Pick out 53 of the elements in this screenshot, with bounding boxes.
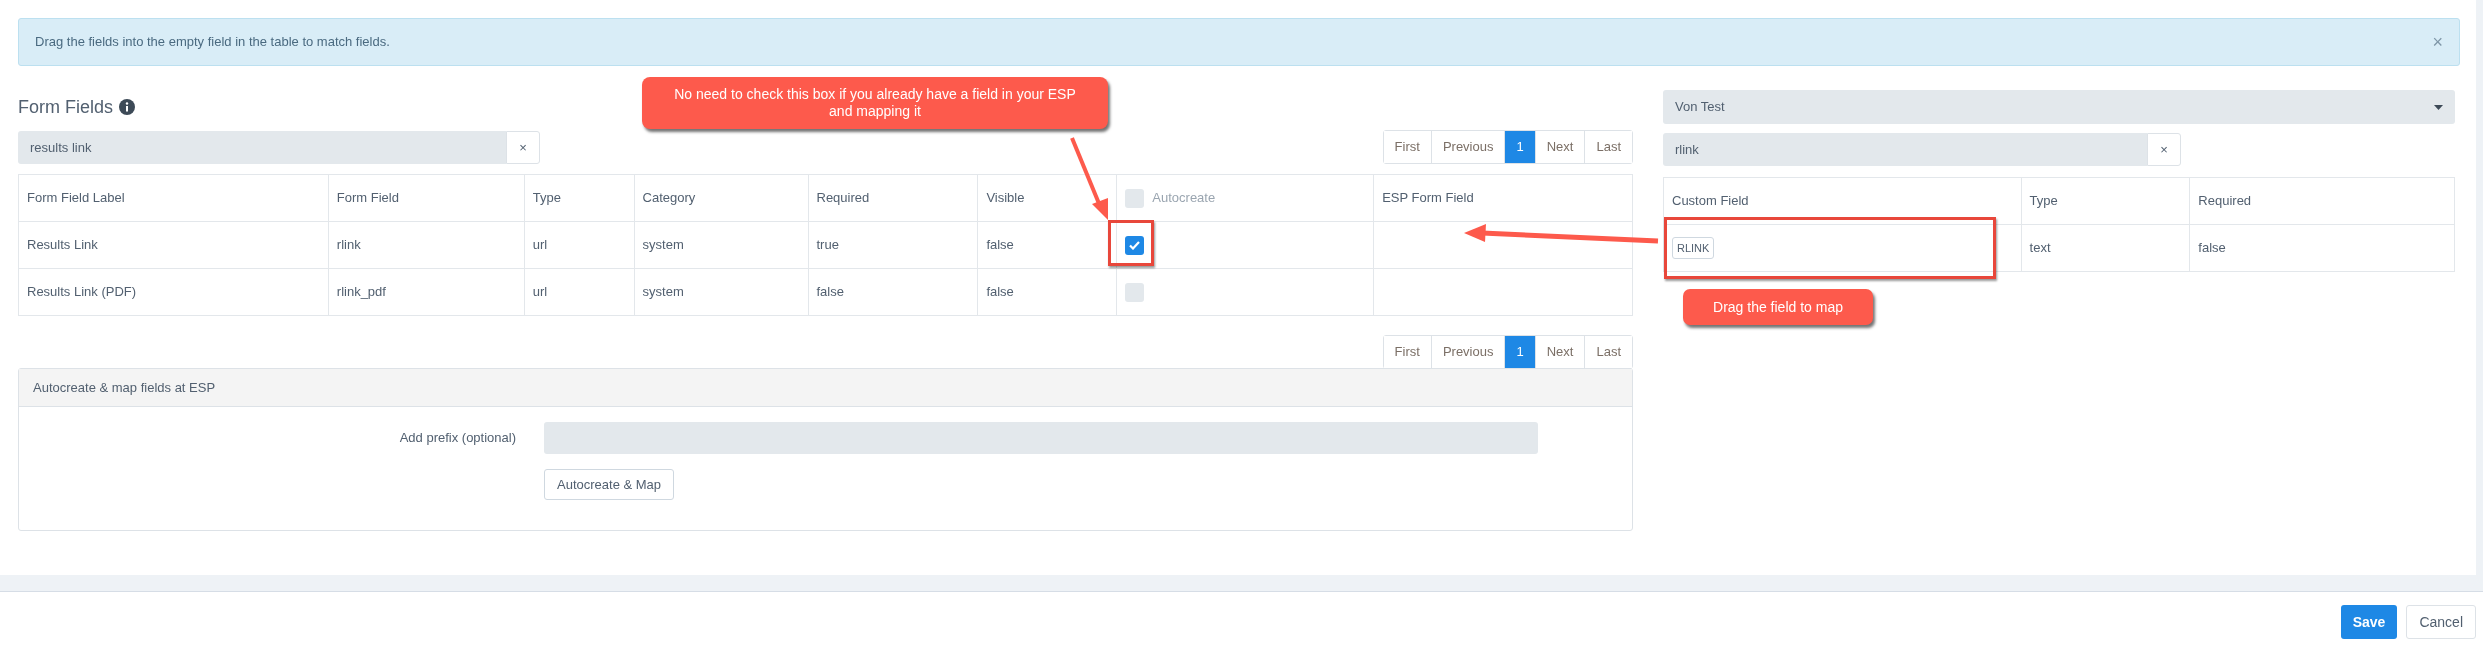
panel-title: Autocreate & map fields at ESP [33,378,216,397]
table-cell-text: Results Link (PDF) [27,283,137,302]
draggable-field-tag[interactable]: RLINK [1672,236,1715,260]
table-cell-text: url [532,236,548,255]
clear-button[interactable]: × [506,131,540,164]
column-header: Type [532,189,561,208]
save-button[interactable]: Save [2340,605,2398,639]
callout-note: Drag the field to map [1683,289,1873,325]
column-header: Custom Field [1672,192,1749,211]
table-cell-text: rlink_pdf [336,283,386,302]
table-cell-text: false [986,236,1014,255]
table-cell-text: false [986,283,1014,302]
close-button[interactable]: × [2432,28,2443,56]
column-header: Visible [986,189,1025,208]
check-icon [1129,240,1141,250]
column-header: ESP Form Field [1382,189,1474,208]
alert-text: Drag the fields into the empty field in the table to match fields. [35,33,390,52]
table-cell-text: false [2198,239,2226,258]
section-title: Form Fields [18,95,113,119]
highlight-frame [1108,220,1154,266]
table-cell-text: text [2029,239,2051,258]
prefix-field[interactable] [544,422,1538,454]
pagination-link[interactable]: Last [1584,131,1632,163]
table-cell-text: true [816,236,839,255]
column-header: Form Field Label [27,189,125,208]
dropdown-select[interactable]: Von Test [1663,90,2455,124]
checkbox[interactable] [1125,235,1145,255]
search-field[interactable]: rlink [1663,133,2147,166]
table-cell-text: url [532,283,548,302]
column-header: Required [2198,192,2252,211]
column-header: Form Field [336,189,399,208]
field-label: Add prefix (optional) [399,429,516,448]
callout-note: No need to check this box if you already have a field in your ESP and mapping it [642,77,1108,129]
search-field[interactable]: results link [18,131,506,164]
table-cell-text: system [642,236,684,255]
table-cell-text: rlink [336,236,361,255]
checkbox[interactable] [1125,188,1145,208]
column-header: Type [2029,192,2058,211]
column-header: Autocreate [1152,189,1216,208]
table-cell-text: system [642,283,684,302]
pagination-link[interactable]: 1 [1504,131,1535,163]
info-icon [119,99,135,115]
clear-button[interactable]: × [2147,133,2181,166]
pagination-link[interactable]: 1 [1504,336,1535,368]
caret-icon [2434,104,2443,110]
table-cell-text: Results Link [27,236,98,255]
table-cell-text: false [816,283,844,302]
checkbox[interactable] [1125,282,1145,302]
pagination-link[interactable]: Last [1584,336,1632,368]
cancel-button[interactable]: Cancel [2406,605,2476,639]
autocreate-map-button[interactable]: Autocreate & Map [544,469,675,500]
column-header: Required [816,189,870,208]
column-header: Category [642,189,696,208]
